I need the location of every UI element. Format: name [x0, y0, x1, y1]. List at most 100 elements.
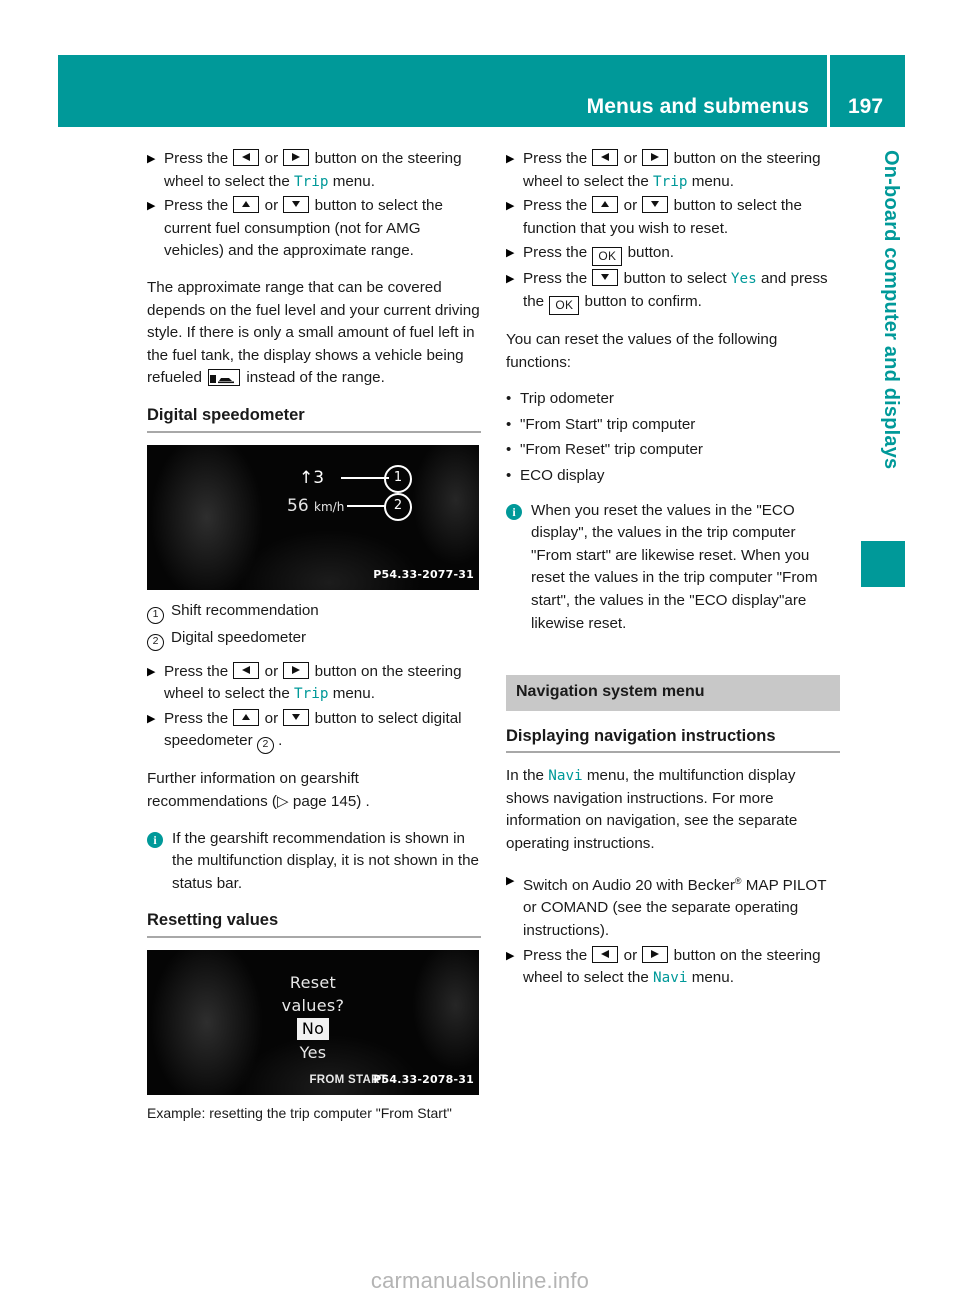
step-text-suffix: menu. [332, 685, 375, 703]
menu-term-trip: Trip [294, 173, 329, 190]
list-item-label: Trip odometer [520, 390, 614, 408]
page-reference-link[interactable]: page 145 [293, 793, 356, 810]
figure-code: P54.33-2077-31 [373, 567, 474, 581]
menu-term-navi: Navi [653, 970, 688, 987]
up-arrow-key[interactable] [233, 196, 260, 214]
speed-number: 56 [287, 495, 309, 516]
step-text-prefix: Press the [523, 270, 588, 288]
list-item-label: "From Start" trip computer [520, 415, 696, 433]
nav-text-part1: In the [506, 767, 544, 785]
down-arrow-key[interactable] [592, 269, 619, 287]
shift-recommendation-value: ↑3 [299, 467, 324, 490]
site-watermark: carmanualsonline.info [370, 1268, 590, 1293]
step-text-prefix: Switch on Audio 20 with Becker [523, 876, 735, 894]
up-arrow-key[interactable] [233, 708, 260, 726]
info-icon: i [506, 503, 522, 520]
down-arrow-key[interactable] [283, 708, 310, 726]
range-paragraph-part2: instead of the range. [246, 369, 385, 387]
callout-legend-number: 1 [147, 600, 171, 624]
list-item: • "From Reset" trip computer [506, 439, 840, 462]
step-text-or: or [623, 150, 638, 167]
step-text-middle: button to select [623, 270, 727, 288]
step-text-prefix: Press the [523, 197, 588, 215]
step-text-suffix: . [278, 732, 283, 750]
chapter-tab-label: On-board computer and displays [880, 150, 902, 470]
down-arrow-key[interactable] [283, 196, 310, 214]
speedometer-display-screenshot: ↑3 56 km/h 1 2 P54.33-2077-31 [147, 444, 479, 590]
bullet-icon: • [506, 415, 512, 433]
step-text-prefix: Press the [164, 709, 229, 727]
down-arrow-key[interactable] [642, 196, 669, 214]
left-steps-group-1: ▶ Press the or button on the steering wh… [147, 148, 481, 263]
further-info-text-end: ) . [356, 792, 370, 810]
refuel-pictogram-icon [208, 369, 241, 387]
right-arrow-key[interactable] [642, 945, 669, 963]
left-steps-group-2: ▶ Press the or button on the steering wh… [147, 661, 481, 755]
step-press-ok: ▶ Press the OK button. [506, 242, 840, 267]
step-switch-on-audio-20: ▶ Switch on Audio 20 with Becker® MAP PI… [506, 870, 840, 943]
callout-legend-list: 1 Shift recommendation 2 Digital speedom… [147, 600, 481, 651]
step-select-trip-menu: ▶ Press the or button on the steering wh… [506, 148, 840, 193]
callout-legend-label: Digital speedometer [171, 628, 307, 646]
speed-unit: km/h [314, 499, 345, 514]
callout-leader-1 [341, 476, 389, 479]
info-note-text: When you reset the values in the "ECO di… [531, 501, 818, 632]
navigation-paragraph: In the Navi menu, the multifunction disp… [506, 765, 840, 855]
left-arrow-key[interactable] [233, 149, 260, 166]
chapter-tab-marker [861, 541, 905, 587]
up-arrow-key[interactable] [592, 196, 619, 214]
step-arrow-icon: ▶ [506, 200, 515, 213]
step-text-or: or [264, 150, 279, 167]
step-text-prefix: Press the [164, 662, 229, 680]
left-arrow-key[interactable] [233, 661, 260, 679]
figure-caption: Example: resetting the trip computer "Fr… [147, 1104, 452, 1121]
info-icon: i [147, 831, 163, 848]
figure-code: P54.33-2078-31 [373, 1073, 474, 1087]
heading-digital-speedometer: Digital speedometer [147, 404, 481, 433]
callout-legend-number: 2 [147, 627, 171, 651]
step-text-prefix: Press the [523, 244, 588, 262]
left-column: ▶ Press the or button on the steering wh… [147, 148, 481, 1133]
bullet-icon: • [506, 466, 512, 484]
step-arrow-icon: ▶ [147, 200, 156, 213]
left-arrow-key[interactable] [592, 149, 619, 166]
step-select-trip-menu-2: ▶ Press the or button on the steering wh… [147, 661, 481, 706]
list-item-label: ECO display [520, 466, 605, 484]
right-arrow-key[interactable] [642, 149, 669, 166]
right-arrow-key[interactable] [283, 149, 310, 166]
reset-option-no[interactable]: No [147, 1017, 479, 1041]
right-arrow-key[interactable] [283, 661, 310, 679]
shift-arrow-icon: ↑ [299, 467, 314, 488]
menu-term-trip: Trip [294, 686, 329, 703]
step-text-prefix: Press the [164, 150, 229, 167]
list-item: • "From Start" trip computer [506, 414, 840, 437]
step-text-or: or [264, 709, 279, 727]
callout-marker-2: 2 [384, 492, 412, 521]
ok-key[interactable]: OK [549, 295, 580, 315]
callout-legend-item: 1 Shift recommendation [147, 600, 481, 624]
digital-speed-value: 56 km/h [287, 495, 344, 519]
menu-term-navi: Navi [548, 768, 583, 785]
registered-trademark-icon: ® [734, 875, 742, 886]
step-arrow-icon: ▶ [147, 153, 156, 165]
further-information-paragraph: Further information on gearshift recomme… [147, 768, 481, 813]
left-arrow-key[interactable] [592, 945, 619, 963]
menu-term-trip: Trip [653, 173, 688, 190]
ok-key[interactable]: OK [592, 247, 623, 267]
section-bar-navigation-system-menu: Navigation system menu [506, 675, 840, 711]
info-note-eco-display: i When you reset the values in the "ECO … [506, 500, 840, 636]
step-select-yes-confirm: ▶ Press the button to select Yes and pre… [506, 268, 840, 315]
step-arrow-icon: ▶ [506, 153, 515, 165]
reset-prompt-line2: values? [281, 995, 345, 1015]
figure-digital-speedometer: ↑3 56 km/h 1 2 P54.33-2077-31 [147, 444, 481, 590]
gear-number: 3 [313, 467, 325, 488]
step-select-function-to-reset: ▶ Press the or button to select the func… [506, 195, 840, 240]
step-text-prefix: Press the [164, 197, 229, 215]
step-select-fuel-consumption: ▶ Press the or button to select the curr… [147, 195, 481, 263]
reset-option-yes[interactable]: Yes [147, 1042, 479, 1065]
info-note-gearshift: i If the gearshift recommendation is sho… [147, 828, 481, 896]
step-arrow-icon: ▶ [506, 247, 515, 260]
list-item: • Trip odometer [506, 388, 840, 411]
step-text-suffix: menu. [691, 172, 734, 190]
